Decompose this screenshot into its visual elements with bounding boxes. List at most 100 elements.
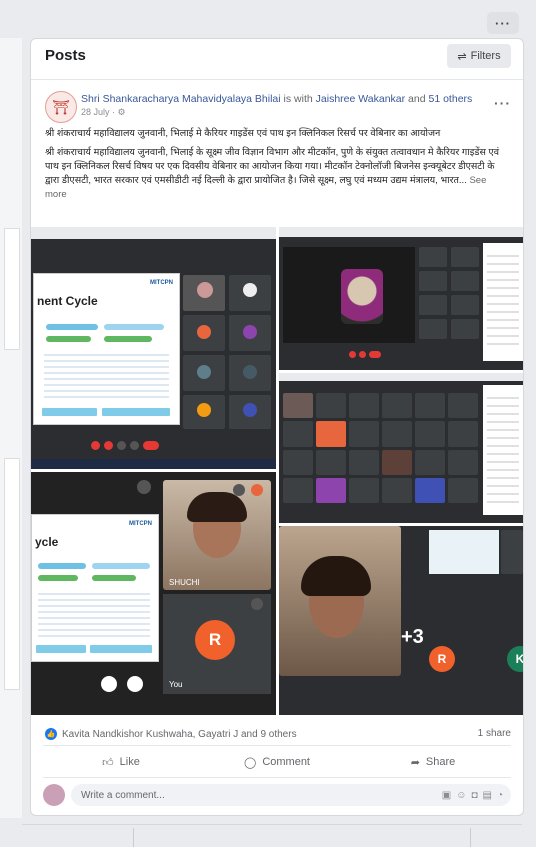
slide-pill	[92, 575, 136, 581]
more-photos-count[interactable]: +3	[401, 626, 424, 649]
participant-label: You	[169, 680, 183, 689]
comment-bubble-icon: ◯	[244, 756, 257, 769]
participant-tile	[349, 393, 379, 419]
browser-bar	[31, 227, 276, 239]
participant-avatar-r-small: R	[429, 646, 455, 672]
participant-video-large	[279, 526, 401, 676]
mic-off-icon	[233, 484, 245, 496]
end-call-icon	[369, 351, 381, 358]
participant-tile	[349, 449, 379, 475]
tagged-link[interactable]: Jaishree Wakankar	[316, 93, 405, 105]
slide-pill	[38, 575, 78, 581]
emoji-icon[interactable]: ☺	[456, 790, 466, 801]
slide-logo: MITCPN	[129, 521, 152, 527]
divider	[470, 828, 471, 847]
participant-tile	[448, 449, 478, 475]
participant-tile	[419, 247, 447, 267]
comment-tools: ▣ ☺ ◘ ▤ ◔	[442, 790, 503, 801]
participants-list	[487, 391, 519, 506]
divider	[43, 745, 511, 746]
sliders-icon: ⇌	[457, 50, 467, 63]
with-text: is with	[283, 93, 313, 105]
post-actions: 👍︎ Like ◯ Comment ➦ Share	[43, 751, 511, 773]
share-count[interactable]: 1 share	[478, 728, 511, 739]
post-photo-collage[interactable]: MITCPN nent Cycle MITCPN ycle SHUCHI R Y…	[31, 227, 523, 715]
meeting-screenshot-1[interactable]: MITCPN nent Cycle	[31, 227, 276, 469]
share-button[interactable]: ➦ Share	[355, 751, 511, 773]
camera-off-icon	[104, 441, 113, 450]
others-link[interactable]: 51 others	[429, 93, 473, 105]
slide-pill	[46, 324, 98, 330]
participant-tile	[448, 421, 478, 447]
meeting-controls	[349, 351, 381, 358]
sticker-icon[interactable]: ▣	[442, 790, 451, 801]
like-reaction-icon: 👍	[45, 728, 57, 740]
post-options-button[interactable]: ···	[494, 95, 511, 111]
user-avatar[interactable]	[43, 784, 65, 806]
meeting-controls	[91, 441, 159, 450]
slide-pill	[46, 336, 91, 342]
end-call-icon	[143, 441, 159, 450]
comment-input[interactable]: Write a comment... ▣ ☺ ◘ ▤ ◔	[71, 784, 511, 806]
presentation-slide: MITCPN ycle	[31, 514, 159, 662]
gif-icon[interactable]: ▤	[483, 790, 492, 801]
post-author-line: Shri Shankaracharya Mahavidyalaya Bhilai…	[81, 93, 481, 105]
participant-avatar	[197, 282, 213, 298]
participant-tile	[283, 477, 313, 503]
like-button[interactable]: 👍︎ Like	[43, 751, 199, 773]
participant-tile	[283, 449, 313, 475]
comment-button[interactable]: ◯ Comment	[199, 751, 355, 773]
participant-tile	[451, 271, 479, 291]
participant-avatar-r: R	[195, 620, 235, 660]
divider	[31, 79, 523, 80]
shared-screen-thumbnail	[429, 530, 499, 574]
sticker-face-icon[interactable]: ◔	[497, 790, 503, 801]
participant-tile	[316, 449, 346, 475]
participant-tile-you: R You	[163, 594, 271, 694]
participant-avatar	[243, 325, 257, 339]
left-sidebar-edge	[0, 38, 22, 818]
speaking-icon	[251, 484, 263, 496]
slide-logo: MITCPN	[150, 280, 173, 286]
meeting-screenshot-4[interactable]: MITCPN ycle SHUCHI R You	[31, 472, 276, 715]
slide-table	[38, 589, 150, 639]
participant-tile	[415, 477, 445, 503]
participant-avatar	[243, 365, 257, 379]
post-date[interactable]: 28 July · ⚙	[81, 107, 126, 118]
more-options-button[interactable]: ···	[487, 12, 519, 34]
meeting-screenshot-2[interactable]	[279, 227, 523, 370]
participant-tile	[316, 421, 346, 447]
camera-toggle-icon	[127, 676, 143, 692]
participant-tile	[283, 393, 313, 419]
mic-off-icon	[251, 598, 263, 610]
slide-pill	[92, 563, 150, 569]
author-link[interactable]: Shri Shankaracharya Mahavidyalaya Bhilai	[81, 93, 281, 105]
divider	[43, 777, 511, 778]
participants-panel	[483, 243, 523, 361]
browser-bar	[279, 227, 523, 237]
hair-shape	[301, 556, 371, 596]
slide-footer-pill	[102, 408, 170, 416]
slide-pill	[104, 324, 164, 330]
participant-avatar	[197, 325, 211, 339]
participant-avatar	[197, 365, 211, 379]
raise-hand-icon	[130, 441, 139, 450]
page-avatar[interactable]: ⛩	[45, 91, 77, 123]
filters-button[interactable]: ⇌ Filters	[447, 44, 511, 68]
participant-grid	[283, 393, 478, 503]
participants-panel	[483, 385, 523, 515]
divider	[133, 828, 134, 847]
meeting-screenshot-5[interactable]: +3 R K	[279, 526, 523, 715]
mic-off-icon	[91, 441, 100, 450]
reactions-summary[interactable]: 👍 Kavita Nandkishor Kushwaha, Gayatri J …	[45, 728, 297, 740]
slide-footer-pill	[42, 408, 97, 416]
slide-footer-pill	[90, 645, 152, 653]
post-body-text: श्री शंकराचार्य महाविद्यालय जुनवानी, भिल…	[45, 147, 500, 186]
participant-avatar	[243, 403, 257, 417]
participant-tile	[419, 319, 447, 339]
post-title-line: श्री शंकराचार्य महाविद्यालय जुनवानी, भिल…	[45, 128, 441, 139]
participant-tile	[451, 319, 479, 339]
camera-icon[interactable]: ◘	[471, 790, 477, 801]
meeting-screenshot-3[interactable]	[279, 373, 523, 523]
share-arrow-icon: ➦	[410, 756, 420, 769]
